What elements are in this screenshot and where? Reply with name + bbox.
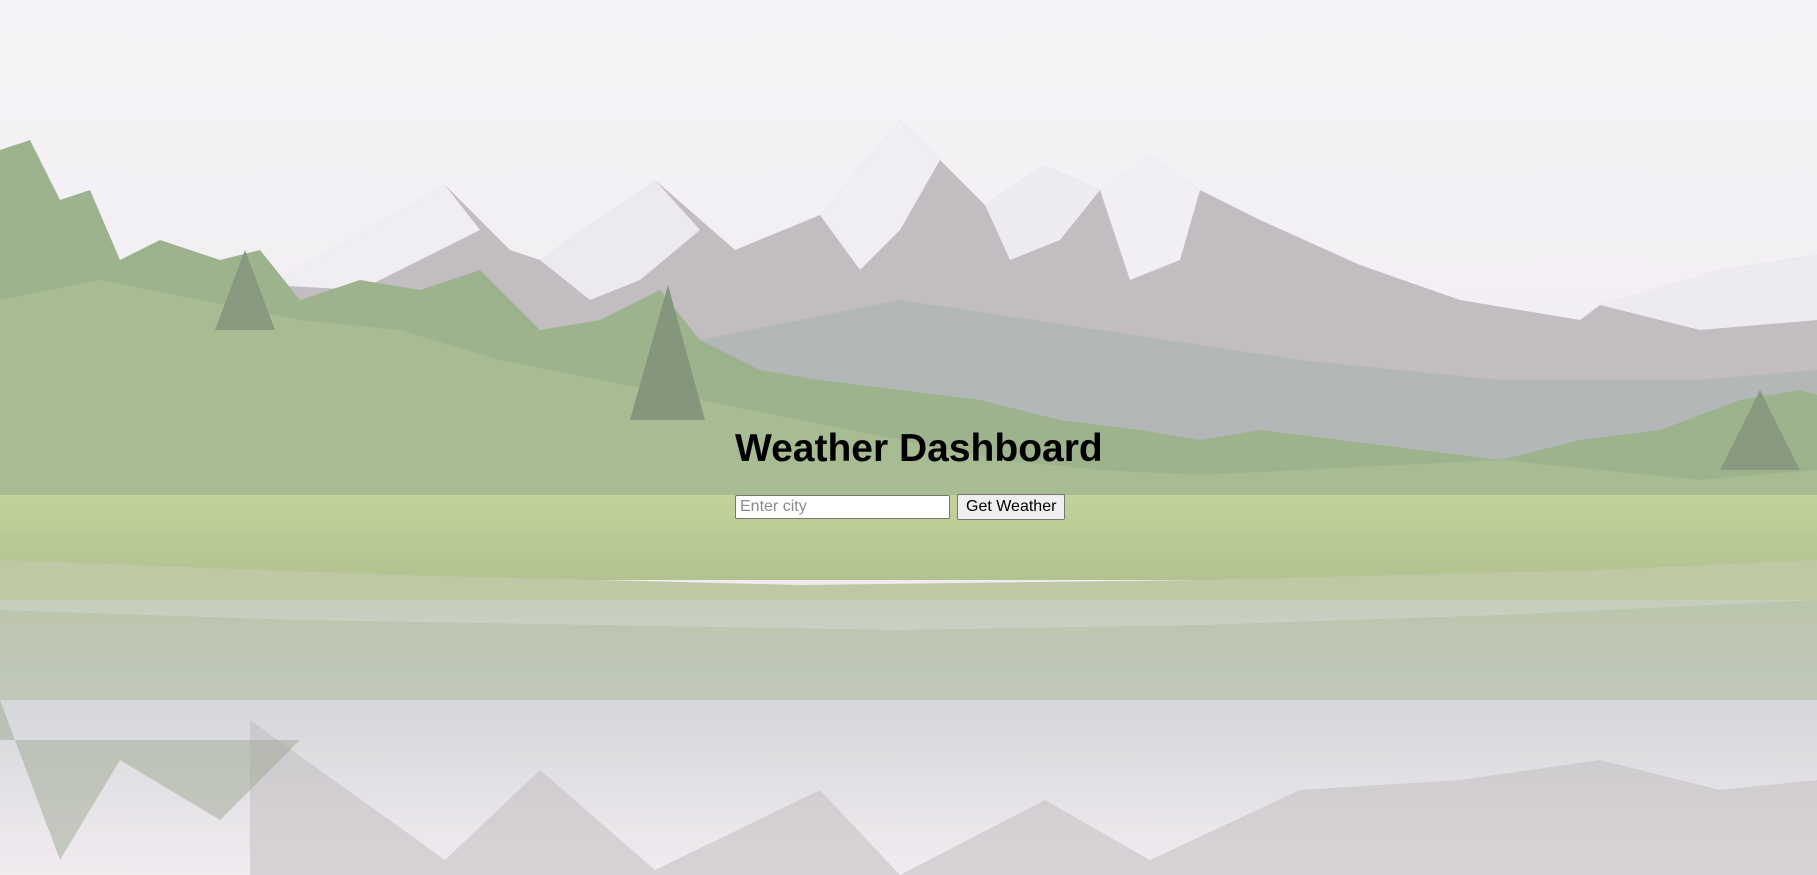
get-weather-button[interactable]: Get Weather: [957, 494, 1066, 520]
page-title: Weather Dashboard: [735, 427, 1103, 470]
weather-dashboard-page: Weather Dashboard Get Weather: [0, 0, 1817, 875]
search-form: Get Weather: [735, 494, 1135, 520]
city-search-input[interactable]: [735, 495, 950, 519]
weather-search-panel: Weather Dashboard Get Weather: [735, 424, 1135, 520]
